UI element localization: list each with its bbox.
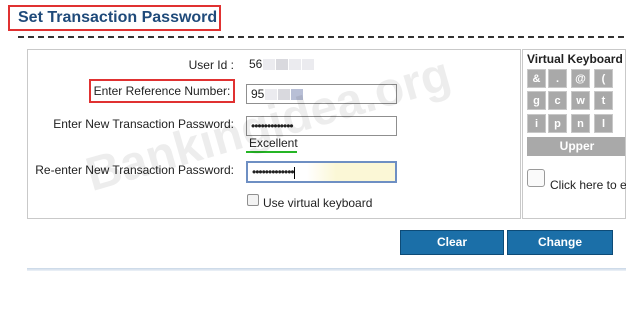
vk-key[interactable]: & <box>527 69 546 88</box>
vk-key[interactable]: n <box>571 114 590 133</box>
page-title: Set Transaction Password <box>8 5 221 31</box>
redaction-mask <box>263 59 276 71</box>
redaction-mask <box>265 89 278 101</box>
footer-divider <box>27 268 626 271</box>
reference-number-input[interactable]: 95 <box>246 84 397 104</box>
vk-key[interactable]: t <box>594 91 613 110</box>
reference-number-value: 95 <box>251 87 265 101</box>
vk-key[interactable]: p <box>548 114 567 133</box>
virtual-keyboard-title: Virtual Keyboard : <box>527 52 626 66</box>
redaction-mask <box>289 59 302 71</box>
virtual-keyboard-checkbox-label[interactable]: Use virtual keyboard <box>263 196 372 210</box>
vk-key[interactable]: w <box>571 91 590 110</box>
vk-key[interactable]: i <box>527 114 546 133</box>
new-password-input[interactable]: ••••••••••••• <box>246 116 397 136</box>
new-password-value: ••••••••••••• <box>251 119 294 133</box>
new-password-label: Enter New Transaction Password: <box>53 117 234 131</box>
password-strength-bar <box>246 151 297 153</box>
reenter-password-label: Re-enter New Transaction Password: <box>35 163 234 177</box>
text-caret <box>293 166 295 179</box>
vk-key[interactable]: l <box>594 114 613 133</box>
vk-key[interactable]: . <box>548 69 567 88</box>
redaction-mask <box>278 89 291 101</box>
vk-key[interactable]: g <box>527 91 546 110</box>
vk-key[interactable]: c <box>548 91 567 110</box>
change-button[interactable]: Change <box>507 230 613 255</box>
redaction-mask <box>302 59 315 71</box>
vk-key[interactable]: ( <box>594 69 613 88</box>
virtual-keyboard-checkbox[interactable] <box>247 194 259 206</box>
dashed-divider <box>18 36 624 38</box>
vk-upper-button[interactable]: Upper <box>527 137 625 156</box>
user-id-value: 56 <box>249 57 315 71</box>
reenter-password-input[interactable]: ••••••••••••• <box>246 161 397 183</box>
reference-number-label: Enter Reference Number: <box>89 79 235 103</box>
user-id-text: 56 <box>249 57 263 71</box>
redaction-mask <box>276 59 289 71</box>
vk-key[interactable]: @ <box>571 69 590 88</box>
password-strength-text: Excellent <box>249 136 298 150</box>
virtual-keyboard-panel: Virtual Keyboard : & . @ ( g c w t i p n… <box>522 49 626 219</box>
vk-toggle-checkbox[interactable] <box>527 169 545 187</box>
user-id-label: User Id : <box>188 58 234 72</box>
vk-click-here-label[interactable]: Click here to e <box>550 178 626 192</box>
reenter-password-value: ••••••••••••• <box>252 165 295 179</box>
redaction-mask <box>291 89 304 101</box>
clear-button[interactable]: Clear <box>400 230 504 255</box>
